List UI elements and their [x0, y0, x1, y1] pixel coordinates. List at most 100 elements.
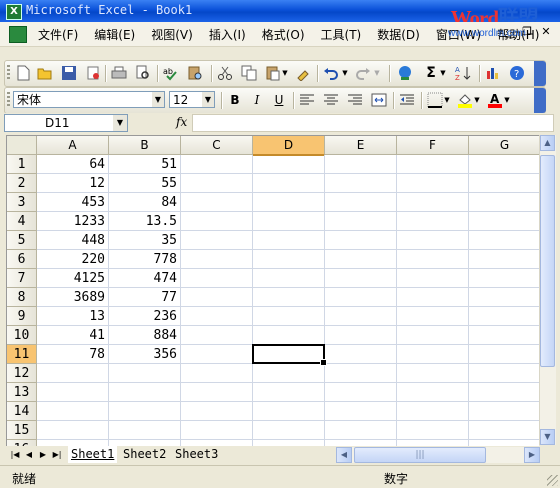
borders-dropdown[interactable]: ▼ — [443, 92, 451, 108]
borders-icon[interactable] — [427, 92, 443, 108]
name-box[interactable]: D11 ▼ — [4, 114, 128, 132]
font-size-combo[interactable]: 12 ▼ — [169, 91, 215, 108]
active-cell-selection[interactable] — [252, 344, 327, 366]
permission-icon[interactable] — [85, 65, 101, 81]
save-icon[interactable] — [61, 65, 77, 81]
merge-center-icon[interactable] — [371, 92, 387, 108]
cell-a5[interactable]: 448 — [37, 231, 108, 249]
cut-icon[interactable] — [217, 65, 233, 81]
column-header-g[interactable]: G — [469, 136, 539, 155]
first-sheet-button[interactable]: |◀ — [8, 448, 22, 462]
sheet-tab-sheet2[interactable]: Sheet2 — [120, 446, 169, 463]
italic-button[interactable]: I — [249, 92, 265, 108]
excel-app-icon[interactable]: X — [6, 4, 22, 20]
cell-a8[interactable]: 3689 — [37, 288, 108, 306]
menu-item-2[interactable]: 视图(V) — [151, 26, 193, 43]
help-icon[interactable]: ? — [509, 65, 525, 81]
row-header-9[interactable]: 9 — [7, 307, 37, 326]
row-header-1[interactable]: 1 — [7, 155, 37, 174]
cell-a1[interactable]: 64 — [37, 155, 108, 173]
redo-dropdown[interactable]: ▼ — [373, 65, 381, 81]
cell-b10[interactable]: 884 — [109, 326, 180, 344]
menu-item-5[interactable]: 工具(T) — [321, 26, 362, 43]
row-header-3[interactable]: 3 — [7, 193, 37, 212]
chevron-down-icon[interactable]: ▼ — [152, 92, 164, 107]
row-header-7[interactable]: 7 — [7, 269, 37, 288]
scroll-down-button[interactable]: ▼ — [540, 429, 555, 445]
paste-options-dropdown[interactable]: ▼ — [281, 65, 289, 81]
cell-b8[interactable]: 77 — [109, 288, 180, 306]
cell-a2[interactable]: 12 — [37, 174, 108, 192]
horizontal-scroll-thumb[interactable]: ||| — [354, 447, 486, 463]
new-document-icon[interactable] — [15, 65, 31, 81]
row-header-15[interactable]: 15 — [7, 421, 37, 440]
align-left-icon[interactable] — [299, 92, 315, 108]
cell-a3[interactable]: 453 — [37, 193, 108, 211]
cell-a11[interactable]: 78 — [37, 345, 108, 363]
toolbar-options-button[interactable] — [534, 61, 546, 86]
scroll-up-button[interactable]: ▲ — [540, 135, 555, 151]
column-header-a[interactable]: A — [37, 136, 109, 155]
vertical-scrollbar[interactable]: ▲ ▼ — [539, 135, 556, 445]
cell-b5[interactable]: 35 — [109, 231, 180, 249]
research-icon[interactable] — [187, 65, 203, 81]
row-header-12[interactable]: 12 — [7, 364, 37, 383]
bold-button[interactable]: B — [227, 92, 243, 108]
sheet-tab-sheet3[interactable]: Sheet3 — [172, 446, 221, 463]
undo-dropdown[interactable]: ▼ — [341, 65, 349, 81]
format-painter-icon[interactable] — [295, 65, 311, 82]
sheet-tab-sheet1[interactable]: Sheet1 — [68, 446, 118, 463]
resize-grip[interactable] — [547, 475, 558, 486]
menu-item-6[interactable]: 数据(D) — [377, 26, 420, 43]
row-header-4[interactable]: 4 — [7, 212, 37, 231]
worksheet-grid[interactable]: ABCDEFG123456789101112131415166451125545… — [6, 135, 539, 446]
print-icon[interactable] — [111, 65, 127, 81]
copy-icon[interactable] — [241, 65, 257, 81]
menu-item-1[interactable]: 编辑(E) — [94, 26, 135, 43]
chart-wizard-icon[interactable] — [485, 65, 501, 81]
chevron-down-icon[interactable]: ▼ — [113, 115, 127, 131]
font-color-dropdown[interactable]: ▼ — [503, 92, 511, 108]
cell-b11[interactable]: 356 — [109, 345, 180, 363]
row-header-6[interactable]: 6 — [7, 250, 37, 269]
select-all-button[interactable] — [7, 136, 37, 155]
fill-color-icon[interactable] — [457, 92, 473, 108]
column-header-f[interactable]: F — [397, 136, 469, 155]
spelling-icon[interactable]: ab — [163, 65, 179, 81]
font-color-icon[interactable]: A — [487, 92, 503, 108]
column-header-e[interactable]: E — [325, 136, 397, 155]
toolbar-grip[interactable] — [7, 92, 10, 108]
row-header-11[interactable]: 11 — [7, 345, 37, 364]
minimize-workbook-button[interactable]: _ — [500, 24, 516, 40]
toolbar-options-button[interactable] — [534, 88, 546, 113]
autosum-dropdown[interactable]: ▼ — [439, 65, 447, 81]
cell-a6[interactable]: 220 — [37, 250, 108, 268]
row-header-13[interactable]: 13 — [7, 383, 37, 402]
cell-b1[interactable]: 51 — [109, 155, 180, 173]
horizontal-scrollbar[interactable]: ◀ ||| ▶ — [336, 447, 540, 463]
print-preview-icon[interactable] — [135, 65, 151, 81]
menu-item-4[interactable]: 格式(O) — [262, 26, 305, 43]
column-header-b[interactable]: B — [109, 136, 181, 155]
restore-workbook-button[interactable]: ❐ — [519, 24, 535, 40]
align-right-icon[interactable] — [347, 92, 363, 108]
column-header-d[interactable]: D — [253, 136, 325, 156]
menu-item-3[interactable]: 插入(I) — [209, 26, 246, 43]
open-folder-icon[interactable] — [37, 65, 53, 81]
paste-icon[interactable] — [265, 65, 281, 81]
formula-input[interactable] — [192, 114, 554, 132]
hyperlink-icon[interactable] — [397, 65, 413, 81]
font-name-combo[interactable]: 宋体 ▼ — [13, 91, 165, 108]
cell-b2[interactable]: 55 — [109, 174, 180, 192]
cell-a9[interactable]: 13 — [37, 307, 108, 325]
cell-a7[interactable]: 4125 — [37, 269, 108, 287]
next-sheet-button[interactable]: ▶ — [36, 448, 50, 462]
scroll-left-button[interactable]: ◀ — [336, 447, 352, 463]
previous-sheet-button[interactable]: ◀ — [22, 448, 36, 462]
decrease-indent-icon[interactable] — [399, 92, 415, 108]
row-header-8[interactable]: 8 — [7, 288, 37, 307]
row-header-10[interactable]: 10 — [7, 326, 37, 345]
autosum-icon[interactable]: Σ — [423, 65, 439, 81]
column-header-c[interactable]: C — [181, 136, 253, 155]
cell-b6[interactable]: 778 — [109, 250, 180, 268]
